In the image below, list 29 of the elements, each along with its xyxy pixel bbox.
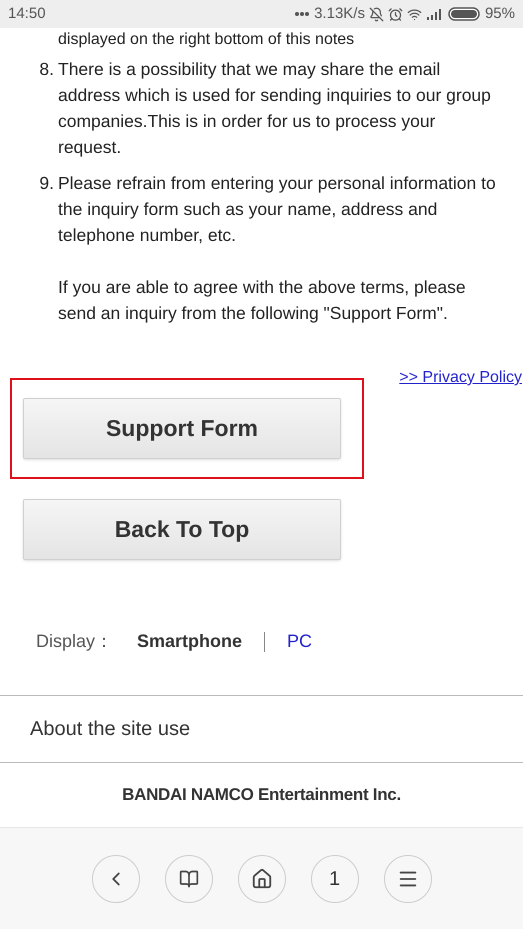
note-text: displayed on the right bottom of this notes (58, 30, 356, 50)
note-text: Please refrain from entering your personal information to the inquiry form such as your name, address and telephone number, etc. (58, 172, 497, 247)
display-option[interactable]: PC (287, 628, 312, 655)
display-option[interactable]: Smartphone (137, 628, 242, 655)
more-dots-icon (295, 12, 310, 16)
network-speed: 3.13K/s (314, 4, 365, 24)
note-text: There is a possibility that we may share the email address which is used for sending inquiries to our group companies.This is in order for us to process your request. (58, 58, 492, 159)
bell-off-icon (368, 6, 384, 22)
bookmarks-button[interactable] (164, 854, 212, 902)
page-button[interactable]: Back To Top (23, 499, 341, 560)
clock-time: 14:50 (8, 4, 46, 24)
about-site-link[interactable]: About the site use (30, 714, 190, 744)
home-button[interactable] (238, 854, 286, 902)
tabs-button[interactable]: 1 (310, 854, 358, 902)
book-icon (178, 868, 198, 888)
signal-icon (426, 8, 444, 20)
display-label: Display： (36, 630, 114, 653)
company-name: BANDAI NAMCO Entertainment Inc. (122, 784, 401, 806)
list-number: 8. (38, 58, 55, 81)
home-icon (250, 868, 272, 890)
list-number: 9. (38, 172, 55, 195)
battery-icon (448, 7, 482, 21)
note-text: If you are able to agree with the above terms, please send an inquiry from the following "Support Form". (58, 276, 467, 325)
menu-button[interactable] (384, 854, 432, 902)
alarm-icon (388, 6, 403, 22)
privacy-policy-link[interactable]: >> Privacy Policy (399, 366, 522, 390)
battery-percent: 95% (484, 4, 515, 24)
page-button[interactable]: Support Form (23, 398, 341, 459)
wifi-icon (406, 6, 422, 22)
